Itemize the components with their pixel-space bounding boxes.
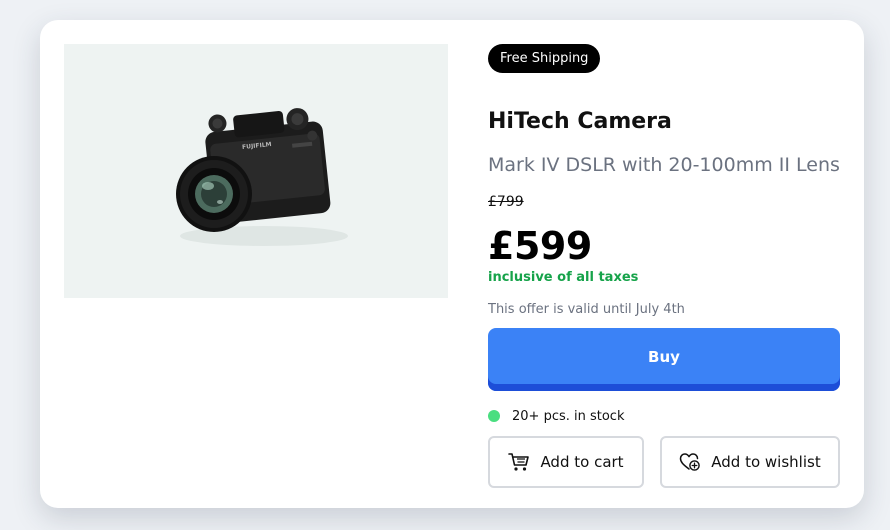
- stock-text: 20+ pcs. in stock: [512, 408, 625, 424]
- buy-button[interactable]: Buy: [488, 328, 840, 391]
- product-title: HiTech Camera: [488, 109, 672, 134]
- add-to-wishlist-button[interactable]: Add to wishlist: [660, 436, 840, 488]
- add-to-cart-label: Add to cart: [540, 453, 624, 471]
- product-image: FUJIFILM: [64, 44, 448, 298]
- free-shipping-badge: Free Shipping: [488, 44, 601, 73]
- add-to-cart-button[interactable]: Add to cart: [488, 436, 644, 488]
- product-subtitle: Mark IV DSLR with 20-100mm II Lens: [488, 154, 840, 176]
- stock-status: 20+ pcs. in stock: [488, 406, 625, 426]
- stock-indicator-dot: [488, 410, 500, 422]
- current-price: £599: [488, 224, 592, 268]
- camera-photo: FUJIFILM: [176, 108, 348, 246]
- offer-validity: This offer is valid until July 4th: [488, 302, 685, 317]
- heart-plus-icon: [680, 453, 701, 471]
- cart-icon: [508, 453, 530, 471]
- tax-note: inclusive of all taxes: [488, 270, 639, 285]
- add-to-wishlist-label: Add to wishlist: [711, 453, 821, 471]
- product-card: FUJIFILM Free Shipping HiTech Camera Mar…: [40, 20, 864, 508]
- original-price: £799: [488, 194, 524, 210]
